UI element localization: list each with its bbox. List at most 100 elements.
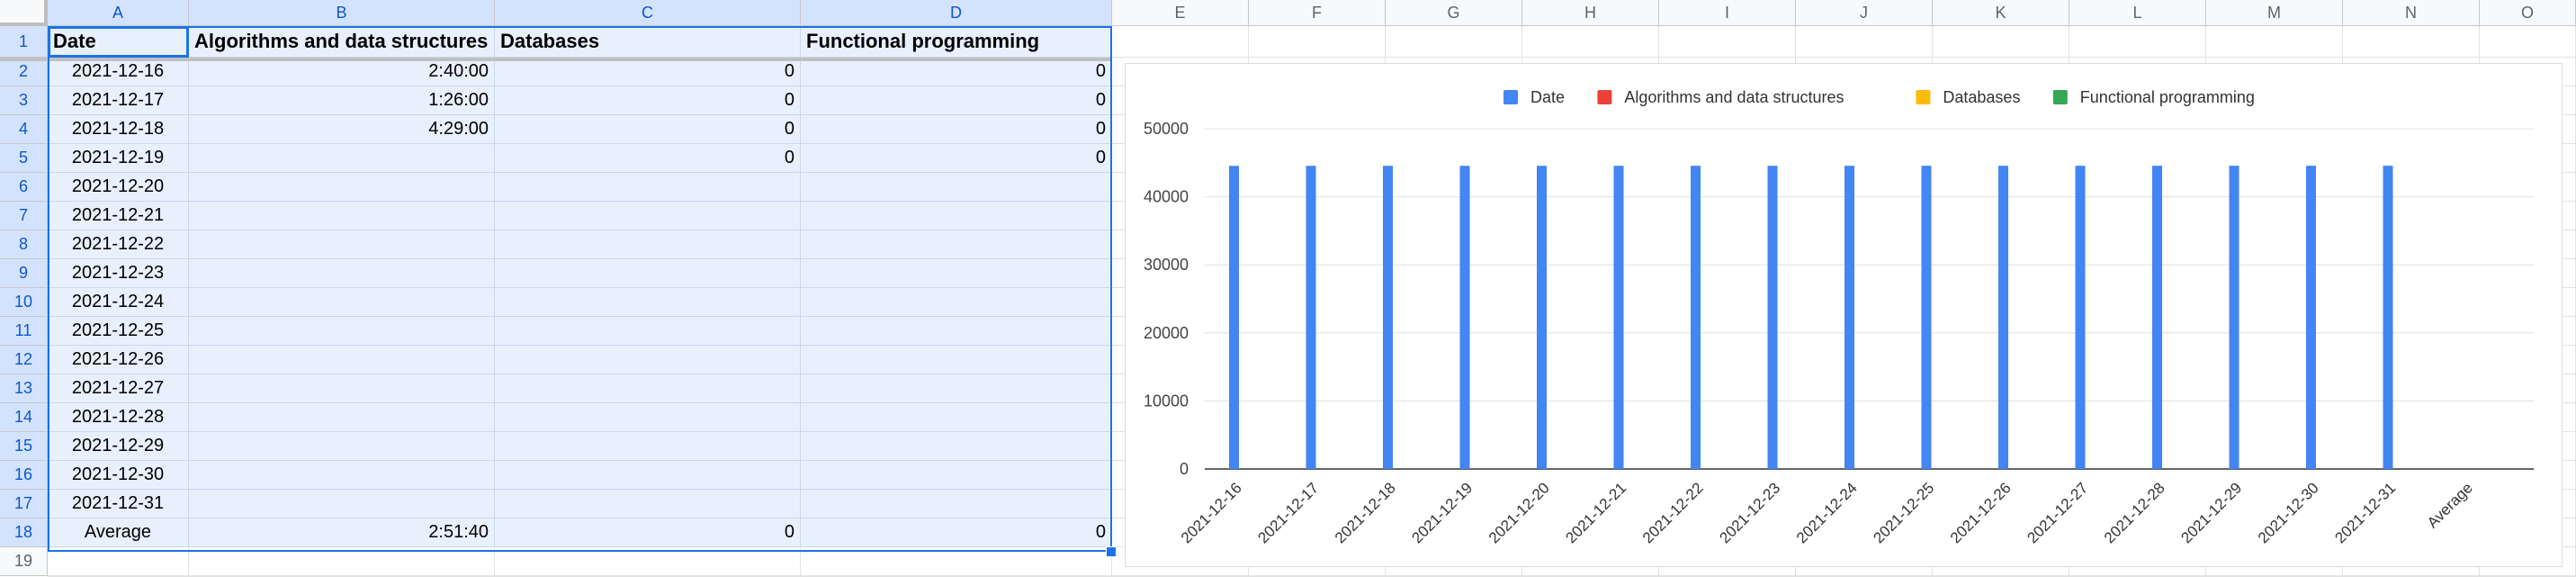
row-header-12[interactable]: 12 bbox=[0, 346, 48, 374]
table-cell[interactable] bbox=[801, 230, 1112, 259]
table-cell[interactable]: 2021-12-27 bbox=[48, 374, 189, 403]
table-cell[interactable]: 4:29:00 bbox=[189, 115, 495, 144]
table-cell[interactable] bbox=[495, 461, 801, 490]
table-cell[interactable] bbox=[495, 230, 801, 259]
table-cell[interactable] bbox=[801, 403, 1112, 432]
grid-cell[interactable] bbox=[189, 547, 495, 576]
table-cell[interactable]: 2021-12-30 bbox=[48, 461, 189, 490]
table-cell[interactable] bbox=[801, 259, 1112, 288]
row-header-18[interactable]: 18 bbox=[0, 518, 48, 547]
column-header-f[interactable]: F bbox=[1249, 0, 1386, 26]
table-cell[interactable] bbox=[189, 230, 495, 259]
table-cell[interactable] bbox=[801, 432, 1112, 461]
table-cell[interactable] bbox=[189, 317, 495, 346]
table-cell[interactable] bbox=[801, 490, 1112, 518]
table-cell[interactable] bbox=[801, 374, 1112, 403]
row-header-7[interactable]: 7 bbox=[0, 202, 48, 230]
column-header-d[interactable]: D bbox=[801, 0, 1112, 26]
table-cell[interactable]: 2021-12-31 bbox=[48, 490, 189, 518]
row-header-11[interactable]: 11 bbox=[0, 317, 48, 346]
grid-cell[interactable] bbox=[1796, 26, 1933, 58]
grid-cell[interactable] bbox=[2069, 26, 2206, 58]
table-cell[interactable]: 2021-12-17 bbox=[48, 86, 189, 115]
table-cell[interactable] bbox=[495, 490, 801, 518]
table-cell[interactable] bbox=[801, 346, 1112, 374]
row-header-5[interactable]: 5 bbox=[0, 144, 48, 173]
grid-cell[interactable] bbox=[1386, 26, 1522, 58]
table-cell[interactable]: 2021-12-24 bbox=[48, 288, 189, 317]
table-cell[interactable] bbox=[189, 202, 495, 230]
table-cell[interactable] bbox=[801, 202, 1112, 230]
table-cell[interactable]: 0 bbox=[801, 115, 1112, 144]
table-cell[interactable]: 0 bbox=[801, 518, 1112, 547]
table-cell[interactable] bbox=[189, 288, 495, 317]
grid-cell[interactable] bbox=[2480, 26, 2576, 58]
column-header-m[interactable]: M bbox=[2206, 0, 2343, 26]
header-cell-4[interactable]: Functional programming bbox=[801, 26, 1112, 58]
header-cell-1[interactable]: Date bbox=[48, 26, 189, 58]
column-header-n[interactable]: N bbox=[2343, 0, 2480, 26]
column-header-g[interactable]: G bbox=[1386, 0, 1522, 26]
table-cell[interactable]: 2021-12-26 bbox=[48, 346, 189, 374]
table-cell[interactable]: 2021-12-25 bbox=[48, 317, 189, 346]
table-cell[interactable]: 0 bbox=[801, 58, 1112, 86]
table-cell[interactable]: 0 bbox=[801, 86, 1112, 115]
grid-cell[interactable] bbox=[1249, 26, 1386, 58]
grid-cell[interactable] bbox=[495, 547, 801, 576]
table-cell[interactable] bbox=[189, 259, 495, 288]
column-header-e[interactable]: E bbox=[1112, 0, 1249, 26]
table-cell[interactable] bbox=[495, 259, 801, 288]
table-cell[interactable] bbox=[495, 403, 801, 432]
grid-cell[interactable] bbox=[2343, 26, 2480, 58]
row-header-15[interactable]: 15 bbox=[0, 432, 48, 461]
table-cell[interactable] bbox=[495, 374, 801, 403]
column-header-o[interactable]: O bbox=[2480, 0, 2576, 26]
table-cell[interactable]: 2021-12-20 bbox=[48, 173, 189, 202]
row-header-9[interactable]: 9 bbox=[0, 259, 48, 288]
table-cell[interactable]: 2021-12-16 bbox=[48, 58, 189, 86]
table-cell[interactable] bbox=[189, 432, 495, 461]
table-cell[interactable] bbox=[495, 432, 801, 461]
grid-cell[interactable] bbox=[48, 547, 189, 576]
grid-cell[interactable] bbox=[801, 547, 1112, 576]
table-cell[interactable]: 0 bbox=[495, 144, 801, 173]
table-cell[interactable] bbox=[801, 317, 1112, 346]
column-header-i[interactable]: I bbox=[1659, 0, 1796, 26]
column-header-a[interactable]: A bbox=[48, 0, 189, 26]
row-header-8[interactable]: 8 bbox=[0, 230, 48, 259]
table-cell[interactable] bbox=[189, 346, 495, 374]
grid-cell[interactable] bbox=[2206, 26, 2343, 58]
table-cell[interactable]: 2021-12-18 bbox=[48, 115, 189, 144]
table-cell[interactable] bbox=[189, 403, 495, 432]
row-header-14[interactable]: 14 bbox=[0, 403, 48, 432]
table-cell[interactable]: 0 bbox=[495, 115, 801, 144]
grid-cell[interactable] bbox=[1522, 26, 1659, 58]
table-cell[interactable] bbox=[189, 490, 495, 518]
table-cell[interactable]: 2021-12-19 bbox=[48, 144, 189, 173]
column-header-h[interactable]: H bbox=[1522, 0, 1659, 26]
column-header-l[interactable]: L bbox=[2069, 0, 2206, 26]
row-header-13[interactable]: 13 bbox=[0, 374, 48, 403]
column-header-c[interactable]: C bbox=[495, 0, 801, 26]
table-cell[interactable]: 2:40:00 bbox=[189, 58, 495, 86]
table-cell[interactable]: 2021-12-29 bbox=[48, 432, 189, 461]
table-cell[interactable]: 2021-12-22 bbox=[48, 230, 189, 259]
row-header-2[interactable]: 2 bbox=[0, 58, 48, 86]
fill-handle[interactable] bbox=[1106, 546, 1117, 557]
embedded-chart[interactable]: 0 10000 20000 30000 40000 50000 Date Algorithms… bbox=[1125, 63, 2563, 567]
table-cell[interactable] bbox=[189, 461, 495, 490]
column-header-b[interactable]: B bbox=[189, 0, 495, 26]
table-cell[interactable] bbox=[801, 288, 1112, 317]
grid-cell[interactable] bbox=[1933, 26, 2069, 58]
table-cell[interactable]: 2:51:40 bbox=[189, 518, 495, 547]
table-cell[interactable]: 1:26:00 bbox=[189, 86, 495, 115]
table-cell[interactable]: 0 bbox=[495, 58, 801, 86]
row-header-1[interactable]: 1 bbox=[0, 26, 48, 58]
table-cell[interactable] bbox=[495, 202, 801, 230]
grid-cell[interactable] bbox=[1659, 26, 1796, 58]
table-cell[interactable]: 0 bbox=[495, 518, 801, 547]
table-cell[interactable]: 0 bbox=[495, 86, 801, 115]
row-header-16[interactable]: 16 bbox=[0, 461, 48, 490]
row-header-10[interactable]: 10 bbox=[0, 288, 48, 317]
table-cell[interactable] bbox=[495, 346, 801, 374]
